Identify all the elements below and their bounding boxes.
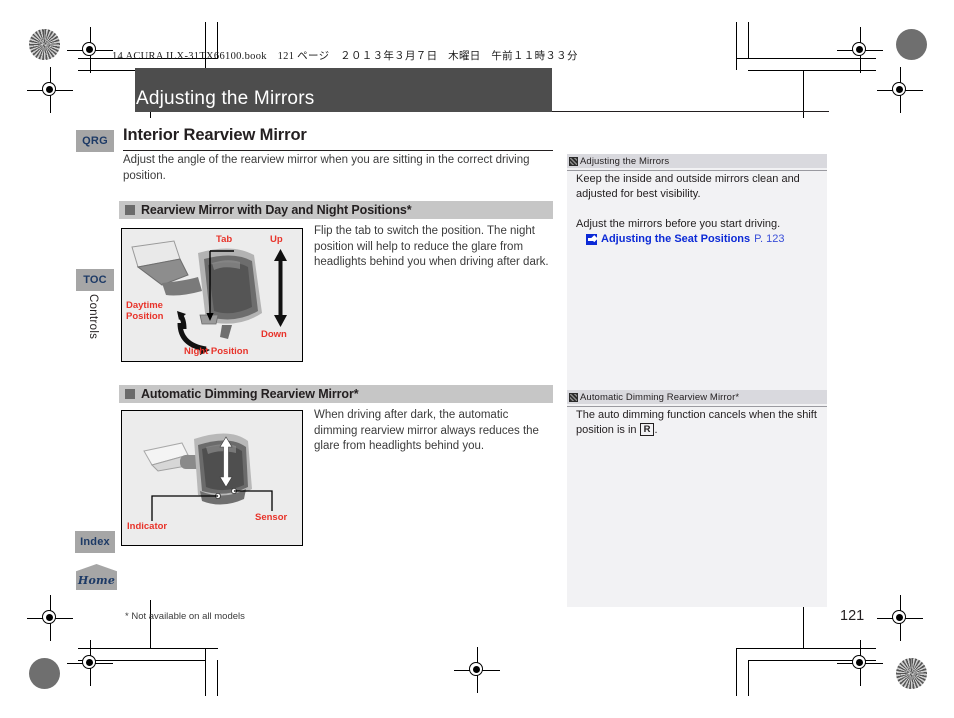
sidebar-tab-qrg-label: QRG (82, 135, 108, 147)
registration-mark-bottom-left (27, 595, 73, 641)
page-number: 121 (840, 608, 865, 624)
sidebar-tab-index[interactable]: Index (75, 531, 115, 553)
cross-reference-page: P. 123 (754, 233, 785, 245)
home-button-label: Home (77, 574, 116, 587)
bullet-square-icon (125, 389, 135, 399)
subsection-heading-day-night: Rearview Mirror with Day and Night Posit… (119, 201, 553, 219)
footnote: * Not available on all models (125, 611, 245, 622)
registration-blob (896, 658, 927, 689)
page-title-rule (123, 150, 553, 152)
sidebar-tab-index-label: Index (80, 536, 110, 548)
figure-auto-dimming-mirror: Indicator Sensor (121, 410, 303, 546)
shift-position-r-badge: R (639, 423, 655, 436)
bullet-square-icon (125, 205, 135, 215)
registration-mark-bottom-right (877, 595, 923, 641)
sidebar-tab-toc[interactable]: TOC (76, 269, 114, 291)
reference-marker-icon (569, 392, 578, 402)
registration-mark-bottom-left-inner (67, 640, 113, 686)
page-title: Interior Rearview Mirror (123, 126, 307, 144)
chapter-header-rule (552, 111, 829, 113)
manual-page: 14 ACURA ILX-31TX66100.book 121 ページ ２０１３… (0, 0, 954, 718)
body-paragraph-day-night: Flip the tab to switch the position. The… (314, 225, 549, 269)
reference-text-2-before: The auto dimming function cancels when t… (576, 409, 817, 436)
intro-paragraph: Adjust the angle of the rearview mirror … (123, 154, 530, 182)
cross-reference-link-label: Adjusting the Seat Positions (601, 233, 751, 245)
registration-blob (29, 29, 60, 60)
registration-mark-top-right (837, 27, 883, 73)
figure-label-sensor: Sensor (255, 512, 288, 523)
subsection-heading-label: Rearview Mirror with Day and Night Posit… (141, 203, 412, 217)
figure-label-tab: Tab (216, 234, 233, 245)
figure-day-night-mirror: Tab Up Down Daytime Position Night Posit… (121, 228, 303, 362)
registration-mark-bottom-right-inner (837, 640, 883, 686)
print-slug-line: 14 ACURA ILX-31TX66100.book 121 ページ ２０１３… (112, 51, 578, 62)
chapter-thumb-label: Controls (87, 294, 99, 340)
body-paragraph-auto-dimming: When driving after dark, the automatic d… (314, 409, 539, 453)
subsection-heading-label: Automatic Dimming Rearview Mirror* (141, 387, 359, 401)
chapter-title: Adjusting the Mirrors (136, 88, 315, 109)
sidebar-tab-toc-label: TOC (83, 274, 107, 286)
figure-label-daytime-position: Daytime Position (126, 300, 164, 322)
reference-rule (567, 170, 827, 171)
reference-heading-label: Automatic Dimming Rearview Mirror* (580, 391, 740, 403)
figure-label-up: Up (270, 234, 283, 245)
link-arrow-icon (586, 234, 597, 245)
figure-label-down: Down (261, 329, 287, 340)
figure-label-night-position: Night Position (184, 346, 249, 357)
reference-heading-adjusting-mirrors: Adjusting the Mirrors (567, 154, 827, 168)
reference-body-2: The auto dimming function cancels when t… (576, 408, 818, 438)
home-button[interactable]: Home (76, 564, 117, 590)
reference-body-1: Keep the inside and outside mirrors clea… (576, 172, 818, 247)
registration-blob (896, 29, 927, 60)
figure-label-indicator: Indicator (127, 521, 168, 532)
reference-text-2-after: . (654, 424, 658, 436)
cross-reference-link[interactable]: Adjusting the Seat Positions P. 123 (576, 232, 818, 247)
reference-text-1a: Keep the inside and outside mirrors clea… (576, 173, 800, 200)
reference-text-1b: Adjust the mirrors before you start driv… (576, 218, 781, 230)
registration-mark-top-right-inner (877, 67, 923, 113)
reference-marker-icon (569, 156, 578, 166)
sidebar-tab-qrg[interactable]: QRG (76, 130, 114, 152)
reference-heading-auto-dimming: Automatic Dimming Rearview Mirror* (567, 390, 827, 404)
reference-heading-label: Adjusting the Mirrors (580, 155, 670, 167)
registration-blob (29, 658, 60, 689)
registration-mark-top-left-inner (27, 67, 73, 113)
reference-rule (567, 406, 827, 407)
subsection-heading-auto-dimming: Automatic Dimming Rearview Mirror* (119, 385, 553, 403)
registration-mark-top-left (67, 27, 113, 73)
registration-mark-bottom-center (454, 647, 500, 693)
